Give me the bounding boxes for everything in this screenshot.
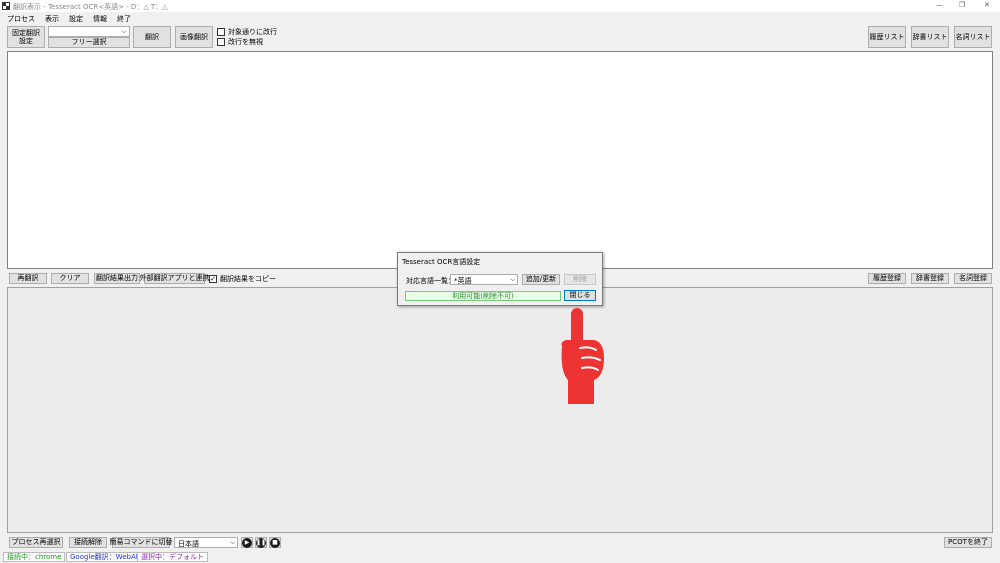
noun-list-button[interactable]: 名詞リスト [954, 26, 992, 48]
wrap-checkbox[interactable]: 対象通りに改行 [217, 27, 277, 37]
play-icon: ▶ [242, 537, 252, 548]
checkbox-box [217, 38, 225, 46]
free-select-button[interactable]: フリー選択 [48, 37, 130, 48]
source-text-area[interactable] [7, 51, 993, 269]
exit-pcot-button[interactable]: PCOTを終了 [944, 537, 992, 548]
noun-register-button[interactable]: 名詞登録 [954, 273, 992, 284]
dialog-title: Tesseract OCR言語設定 [402, 258, 481, 266]
add-update-button[interactable]: 追加/更新 [522, 274, 560, 285]
ocr-language-dialog: Tesseract OCR言語設定 対応言語一覧： *英語 ⌵ 追加/更新 削除… [397, 252, 603, 306]
minimize-button[interactable]: — [936, 1, 943, 9]
status-connecting: 接続中：chrome [3, 552, 66, 562]
menu-item-view[interactable]: 表示 [45, 14, 59, 24]
ignore-newline-checkbox[interactable]: 改行を無視 [217, 37, 263, 47]
menu-item-info[interactable]: 情報 [93, 14, 107, 24]
language-list-label: 対応言語一覧： [406, 277, 455, 285]
free-select-dropdown[interactable]: ⌵ [48, 26, 130, 37]
checkbox-box [217, 28, 225, 36]
window-title: 翻訳表示 - Tesseract OCR<英語> - D：△ T：△ [13, 3, 168, 11]
dict-register-button[interactable]: 辞書登録 [911, 273, 949, 284]
menu-item-settings[interactable]: 設定 [69, 14, 83, 24]
chevron-down-icon: ⌵ [510, 276, 515, 283]
disconnect-button[interactable]: 接続解除 [69, 537, 107, 548]
pause-icon: ❚❚ [255, 537, 267, 548]
clear-button[interactable]: クリア [51, 273, 89, 284]
switch-simple-command-button[interactable]: 簡易コマンドに切替 [110, 537, 173, 548]
stop-button[interactable]: ■ [269, 537, 281, 548]
menu-bar: プロセス 表示 設定 情報 終了 [7, 14, 141, 24]
retranslate-button[interactable]: 再翻訳 [9, 273, 47, 284]
status-selected: 選択中：デフォルト [137, 552, 208, 562]
dict-list-button[interactable]: 辞書リスト [911, 26, 949, 48]
output-result-button[interactable]: 翻訳結果出力 [94, 273, 140, 284]
image-translate-button[interactable]: 画像翻訳 [175, 26, 213, 48]
translate-button[interactable]: 翻訳 [133, 26, 171, 48]
checkbox-box: ✓ [209, 274, 217, 283]
translation-result-area[interactable] [7, 287, 993, 533]
menu-item-process[interactable]: プロセス [7, 14, 35, 24]
stop-icon: ■ [270, 537, 280, 548]
chevron-down-icon: ⌵ [121, 28, 126, 35]
pointing-hand-icon [561, 308, 604, 404]
menu-item-exit[interactable]: 終了 [117, 14, 131, 24]
fixed-area-button[interactable]: 固定翻訳 設定 [7, 26, 45, 48]
reselect-process-button[interactable]: プロセス再選択 [9, 537, 63, 548]
play-button[interactable]: ▶ [241, 537, 253, 548]
delete-button[interactable]: 削除 [564, 274, 596, 285]
language-dropdown[interactable]: 日本語 ⌵ [174, 537, 238, 548]
history-register-button[interactable]: 履歴登録 [868, 273, 906, 284]
copy-result-checkbox[interactable]: ✓ 翻訳結果をコピー [209, 274, 276, 284]
history-list-button[interactable]: 履歴リスト [868, 26, 906, 48]
chevron-down-icon: ⌵ [230, 539, 235, 546]
status-google-translate: Google翻訳：WebAPI [66, 552, 147, 562]
restore-button[interactable]: ❐ [959, 1, 965, 9]
app-icon [2, 2, 10, 10]
external-app-button[interactable]: 外部翻訳アプリと連携 [140, 273, 210, 284]
close-button[interactable]: ✕ [984, 1, 990, 9]
title-bar: 翻訳表示 - Tesseract OCR<英語> - D：△ T：△ — ❐ ✕ [0, 0, 1000, 12]
status-indicator: 利用可能(削除不可) [405, 291, 561, 301]
language-select[interactable]: *英語 ⌵ [450, 274, 518, 285]
pause-button[interactable]: ❚❚ [255, 537, 267, 548]
close-dialog-button[interactable]: 閉じる [564, 290, 596, 301]
